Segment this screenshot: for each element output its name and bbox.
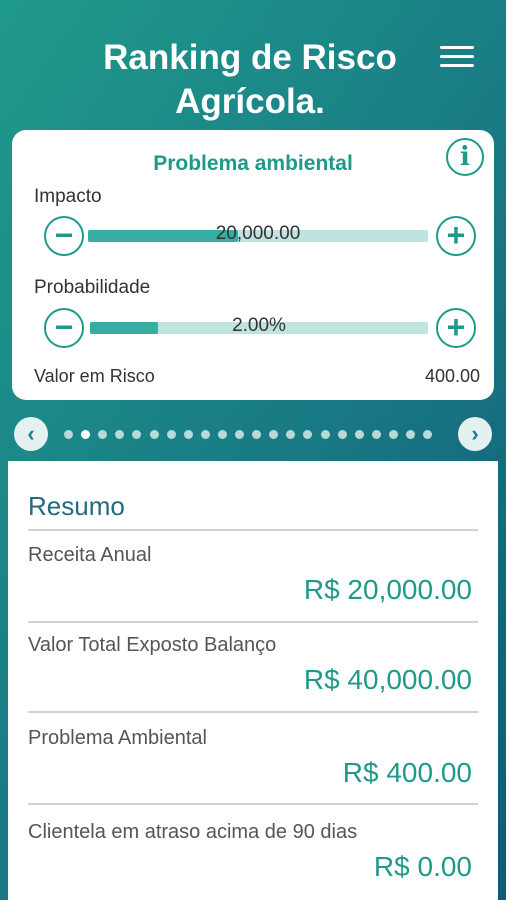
pagination-dot[interactable] [354,430,364,439]
divider [28,529,478,531]
summary-item-label: Valor Total Exposto Balanço [28,634,277,656]
app-header: Ranking de Risco Agrícola. [0,0,506,130]
pagination-dot[interactable] [64,430,73,439]
pagination-dot[interactable] [149,430,159,439]
summary-title: Resumo [28,491,125,521]
impact-minus-button[interactable]: − [44,216,84,256]
summary-item-value: R$ 400.00 [342,757,472,788]
carousel-next-icon[interactable]: › [458,417,492,451]
pagination-dot[interactable] [286,430,296,439]
summary-item-value: R$ 40,000.00 [303,664,472,695]
pagination-dot-active[interactable] [81,430,91,439]
card-title: Problema ambiental [153,152,353,175]
impact-slider[interactable]: 20,000.00 [88,223,428,244]
pagination-dot[interactable] [200,430,210,439]
impact-plus-button[interactable]: + [436,216,476,256]
hamburger-menu-icon[interactable] [440,46,474,72]
pagination-dot[interactable] [235,430,244,439]
pagination-dot[interactable] [388,430,398,439]
page-title: Ranking de Risco Agrícola. [60,36,440,124]
probability-label: Probabilidade [34,277,151,298]
impact-value: 20,000.00 [215,223,301,244]
pagination-dot[interactable] [269,430,279,439]
pagination-dot[interactable] [406,430,415,439]
summary-item-label: Receita Anual [28,544,152,566]
pagination-dot[interactable] [183,430,193,439]
summary-item-value: R$ 20,000.00 [303,574,472,605]
summary-item-label: Clientela em atraso acima de 90 dias [28,821,358,843]
pagination-dot[interactable] [303,430,313,439]
carousel-pagination[interactable] [64,430,444,440]
divider [28,711,478,713]
probability-value: 2.00% [232,315,286,336]
risk-value-label: Valor em Risco [34,366,155,386]
pagination-dot[interactable] [371,430,381,439]
summary-item-value: R$ 0.00 [373,851,472,882]
summary-panel: Resumo Receita Anual R$ 20,000.00 Valor … [8,461,498,900]
pagination-dot[interactable] [98,430,108,439]
title-line-2: Agrícola. [175,82,325,121]
risk-value: 400.00 [424,366,480,386]
carousel-prev-icon[interactable]: ‹ [14,417,48,451]
pagination-dot[interactable] [115,430,125,439]
pagination-dot[interactable] [217,430,227,439]
divider [28,621,478,623]
pagination-dot[interactable] [320,430,330,439]
pagination-dot[interactable] [423,430,433,439]
risk-value-row: Valor em Risco 400.00 [34,366,480,387]
probability-minus-button[interactable]: − [44,308,84,348]
title-line-1: Ranking de Risco [103,38,397,77]
pagination-dot[interactable] [337,430,347,439]
pagination-dot[interactable] [166,430,176,439]
divider [28,803,478,805]
summary-item-label: Problema Ambiental [28,727,207,749]
risk-card: Problema ambiental i Impacto − 20,000.00… [12,130,494,400]
pagination-dot[interactable] [132,430,142,439]
pagination-dot[interactable] [252,430,262,439]
info-icon[interactable]: i [446,138,484,176]
probability-slider[interactable]: 2.00% [90,315,428,336]
probability-plus-button[interactable]: + [436,308,476,348]
impact-label: Impacto [34,186,102,207]
